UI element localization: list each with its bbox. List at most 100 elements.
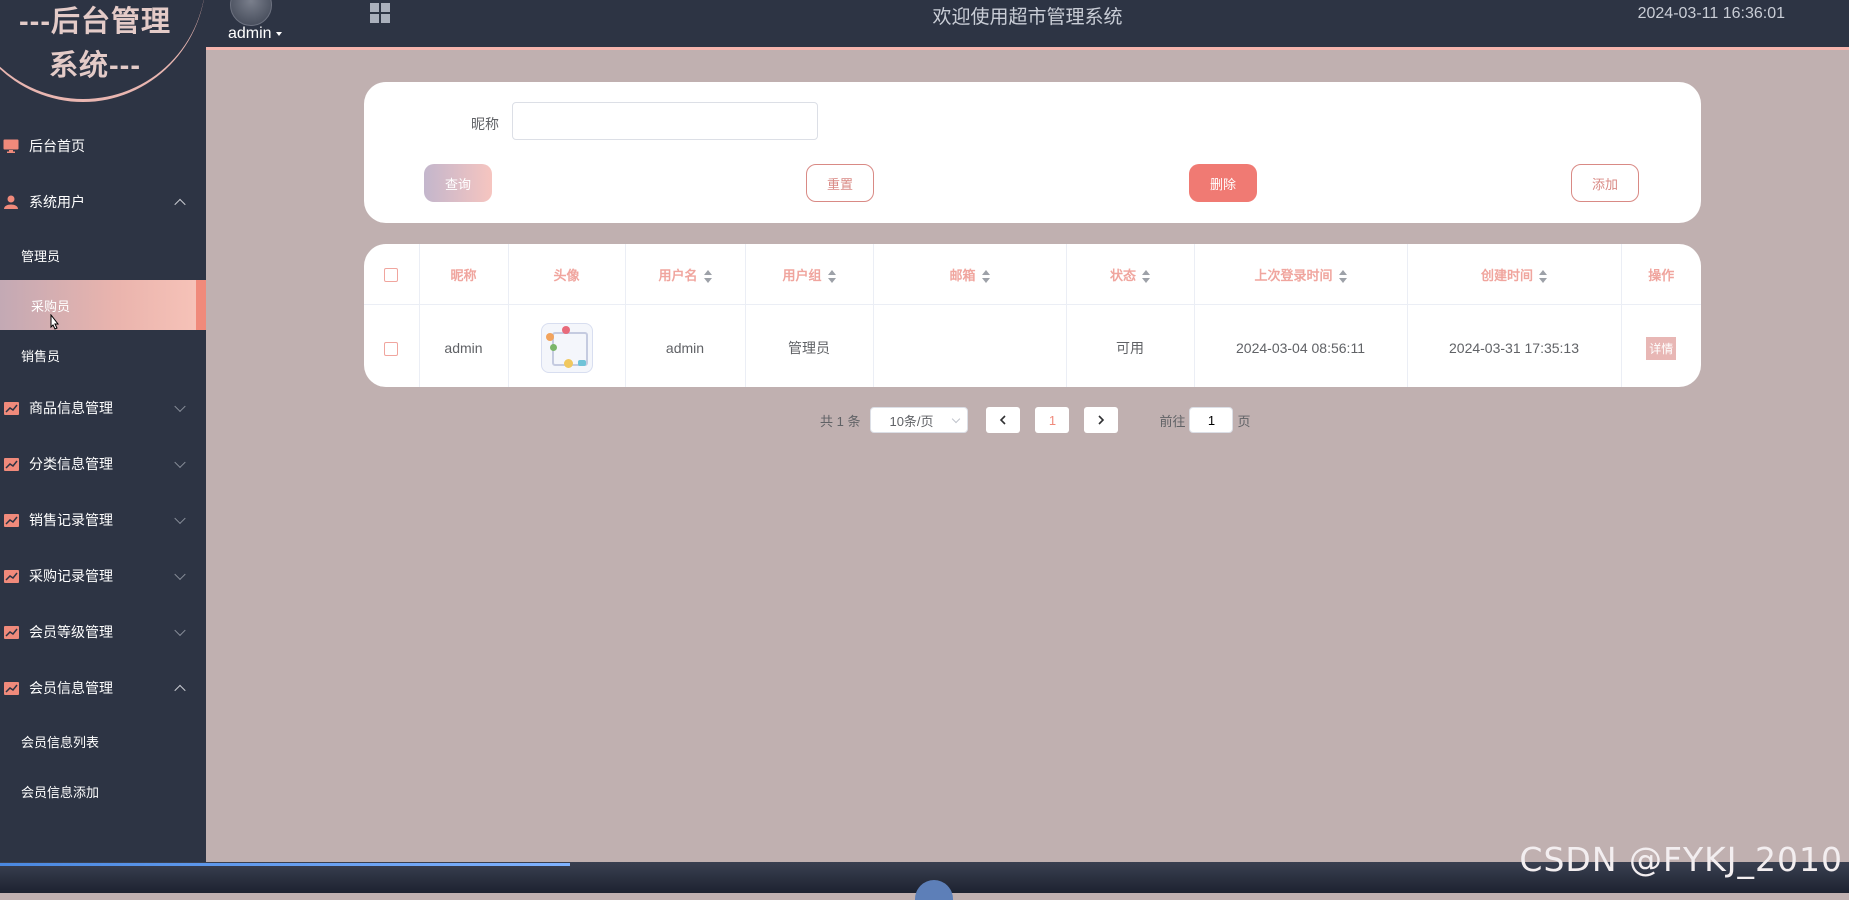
chevron-left-icon bbox=[1000, 415, 1007, 425]
chevron-down-icon bbox=[174, 400, 186, 413]
goto-label: 前往 bbox=[1159, 413, 1186, 429]
pagination: 共 1 条 10条/页 1 前往 页 bbox=[820, 406, 1251, 434]
sidebar-item-sales-records[interactable]: 销售记录管理 bbox=[0, 492, 206, 548]
sort-icon[interactable] bbox=[827, 269, 836, 283]
sidebar-item-label: 销售记录管理 bbox=[29, 512, 113, 528]
cell-status: 可用 bbox=[1066, 304, 1195, 387]
caret-down-icon bbox=[275, 31, 282, 36]
cell-username: admin bbox=[625, 304, 746, 387]
detail-button[interactable]: 详情 bbox=[1646, 336, 1677, 360]
top-bar: admin 欢迎使用超市管理系统 2024-03-11 16:36:01 bbox=[206, 0, 1849, 50]
sidebar-item-category-info[interactable]: 分类信息管理 bbox=[0, 436, 206, 492]
chevron-down-icon bbox=[174, 568, 186, 581]
table-header-row: 昵称 头像 用户名 用户组 邮箱 状态 上次登录时间 创建时间 操作 bbox=[364, 244, 1701, 305]
column-header-status[interactable]: 状态 bbox=[1066, 244, 1195, 305]
column-header-last-login[interactable]: 上次登录时间 bbox=[1194, 244, 1408, 305]
chevron-down-icon bbox=[952, 414, 961, 424]
chart-icon bbox=[3, 569, 19, 583]
column-header-username[interactable]: 用户名 bbox=[625, 244, 746, 305]
add-button[interactable]: 添加 bbox=[1571, 164, 1639, 202]
search-panel: 昵称 查询 重置 删除 添加 bbox=[364, 82, 1701, 223]
nickname-label: 昵称 bbox=[471, 116, 499, 132]
column-header-group[interactable]: 用户组 bbox=[745, 244, 874, 305]
column-header-email[interactable]: 邮箱 bbox=[873, 244, 1067, 305]
chevron-up-icon bbox=[174, 684, 186, 697]
sidebar-item-label: 商品信息管理 bbox=[29, 400, 113, 416]
chevron-up-icon bbox=[174, 198, 186, 211]
row-checkbox[interactable] bbox=[384, 342, 399, 357]
page-size-value: 10条/页 bbox=[889, 413, 934, 429]
chevron-down-icon bbox=[174, 512, 186, 525]
prev-page-button[interactable] bbox=[986, 407, 1021, 433]
sidebar-subitem-admin[interactable]: 管理员 bbox=[0, 230, 206, 280]
user-icon bbox=[3, 195, 19, 209]
sidebar-subitem-seller[interactable]: 销售员 bbox=[0, 330, 206, 380]
sidebar-item-label: 后台首页 bbox=[29, 138, 85, 154]
sidebar-subitem-purchaser[interactable]: 采购员 bbox=[0, 280, 206, 330]
sort-icon[interactable] bbox=[1338, 269, 1347, 283]
select-all-cell bbox=[364, 244, 420, 305]
sidebar-item-home[interactable]: 后台首页 bbox=[0, 118, 206, 174]
cell-created: 2024-03-31 17:35:13 bbox=[1407, 304, 1622, 387]
page-size-select[interactable]: 10条/页 bbox=[870, 407, 969, 433]
reset-button[interactable]: 重置 bbox=[806, 164, 874, 202]
current-datetime: 2024-03-11 16:36:01 bbox=[1637, 5, 1785, 22]
sidebar-item-product-info[interactable]: 商品信息管理 bbox=[0, 380, 206, 436]
progress-line bbox=[0, 863, 570, 866]
sidebar-item-purchase-records[interactable]: 采购记录管理 bbox=[0, 548, 206, 604]
logo-line-1: ---后台管理 bbox=[19, 6, 171, 38]
delete-button[interactable]: 删除 bbox=[1189, 164, 1257, 202]
cell-actions: 详情 bbox=[1621, 305, 1701, 388]
sidebar-menu: 后台首页 系统用户 管理员 采购员 销售员 商品信息管理 分类信息管理 销售记录… bbox=[0, 118, 206, 816]
sidebar-item-label: 会员信息列表 bbox=[21, 734, 100, 750]
sidebar-item-label: 采购记录管理 bbox=[29, 568, 113, 584]
next-page-button[interactable] bbox=[1084, 407, 1119, 433]
user-table: 昵称 头像 用户名 用户组 邮箱 状态 上次登录时间 创建时间 操作 admin bbox=[364, 244, 1701, 387]
chart-icon bbox=[3, 513, 19, 527]
chart-icon bbox=[3, 625, 19, 639]
page-suffix: 页 bbox=[1237, 413, 1251, 429]
chevron-down-icon bbox=[174, 456, 186, 469]
sidebar: ---后台管理 系统--- 后台首页 系统用户 管理员 采购员 销售员 商品信息… bbox=[0, 0, 206, 893]
row-select-cell bbox=[364, 304, 420, 387]
sidebar-subitem-member-list[interactable]: 会员信息列表 bbox=[0, 716, 206, 766]
sidebar-subitem-member-add[interactable]: 会员信息添加 bbox=[0, 766, 206, 816]
chart-icon bbox=[3, 401, 19, 415]
sidebar-item-label: 采购员 bbox=[31, 298, 71, 314]
table-row: admin admin 管理员 可用 2024-03-04 08:56:11 2… bbox=[364, 304, 1701, 388]
sidebar-item-label: 会员信息管理 bbox=[29, 680, 113, 696]
query-button[interactable]: 查询 bbox=[424, 164, 492, 202]
nickname-input[interactable] bbox=[512, 102, 818, 140]
chart-icon bbox=[3, 457, 19, 471]
cell-nickname: admin bbox=[419, 304, 509, 387]
welcome-title: 欢迎使用超市管理系统 bbox=[932, 7, 1123, 28]
sidebar-item-member-info[interactable]: 会员信息管理 bbox=[0, 660, 206, 716]
chevron-down-icon bbox=[174, 624, 186, 637]
sort-icon[interactable] bbox=[981, 269, 990, 283]
sort-icon[interactable] bbox=[1539, 269, 1547, 283]
avatar-thumbnail[interactable] bbox=[540, 323, 593, 373]
chart-icon bbox=[3, 681, 19, 695]
column-header-created[interactable]: 创建时间 bbox=[1407, 244, 1622, 305]
goto-page-input[interactable] bbox=[1189, 407, 1234, 433]
watermark: CSDN @FYKJ_2010 bbox=[1519, 840, 1843, 879]
cell-email bbox=[873, 304, 1067, 387]
sidebar-item-label: 分类信息管理 bbox=[29, 456, 113, 472]
sidebar-item-label: 销售员 bbox=[21, 348, 61, 364]
sidebar-item-label: 管理员 bbox=[21, 248, 61, 264]
column-header-nickname: 昵称 bbox=[419, 244, 509, 305]
sidebar-item-label: 会员信息添加 bbox=[21, 784, 100, 800]
sort-icon[interactable] bbox=[1142, 269, 1150, 283]
sidebar-item-label: 系统用户 bbox=[29, 194, 85, 210]
sidebar-item-member-levels[interactable]: 会员等级管理 bbox=[0, 604, 206, 660]
page-number-1[interactable]: 1 bbox=[1035, 407, 1070, 433]
cell-last-login: 2024-03-04 08:56:11 bbox=[1194, 304, 1408, 387]
select-all-checkbox[interactable] bbox=[384, 267, 399, 282]
column-header-avatar: 头像 bbox=[508, 244, 626, 305]
sort-icon[interactable] bbox=[703, 269, 712, 283]
sidebar-item-system-users[interactable]: 系统用户 bbox=[0, 174, 206, 230]
column-header-actions: 操作 bbox=[1621, 244, 1701, 305]
chevron-right-icon bbox=[1098, 415, 1105, 425]
pagination-total: 共 1 条 bbox=[820, 413, 861, 429]
cell-group: 管理员 bbox=[745, 304, 874, 387]
